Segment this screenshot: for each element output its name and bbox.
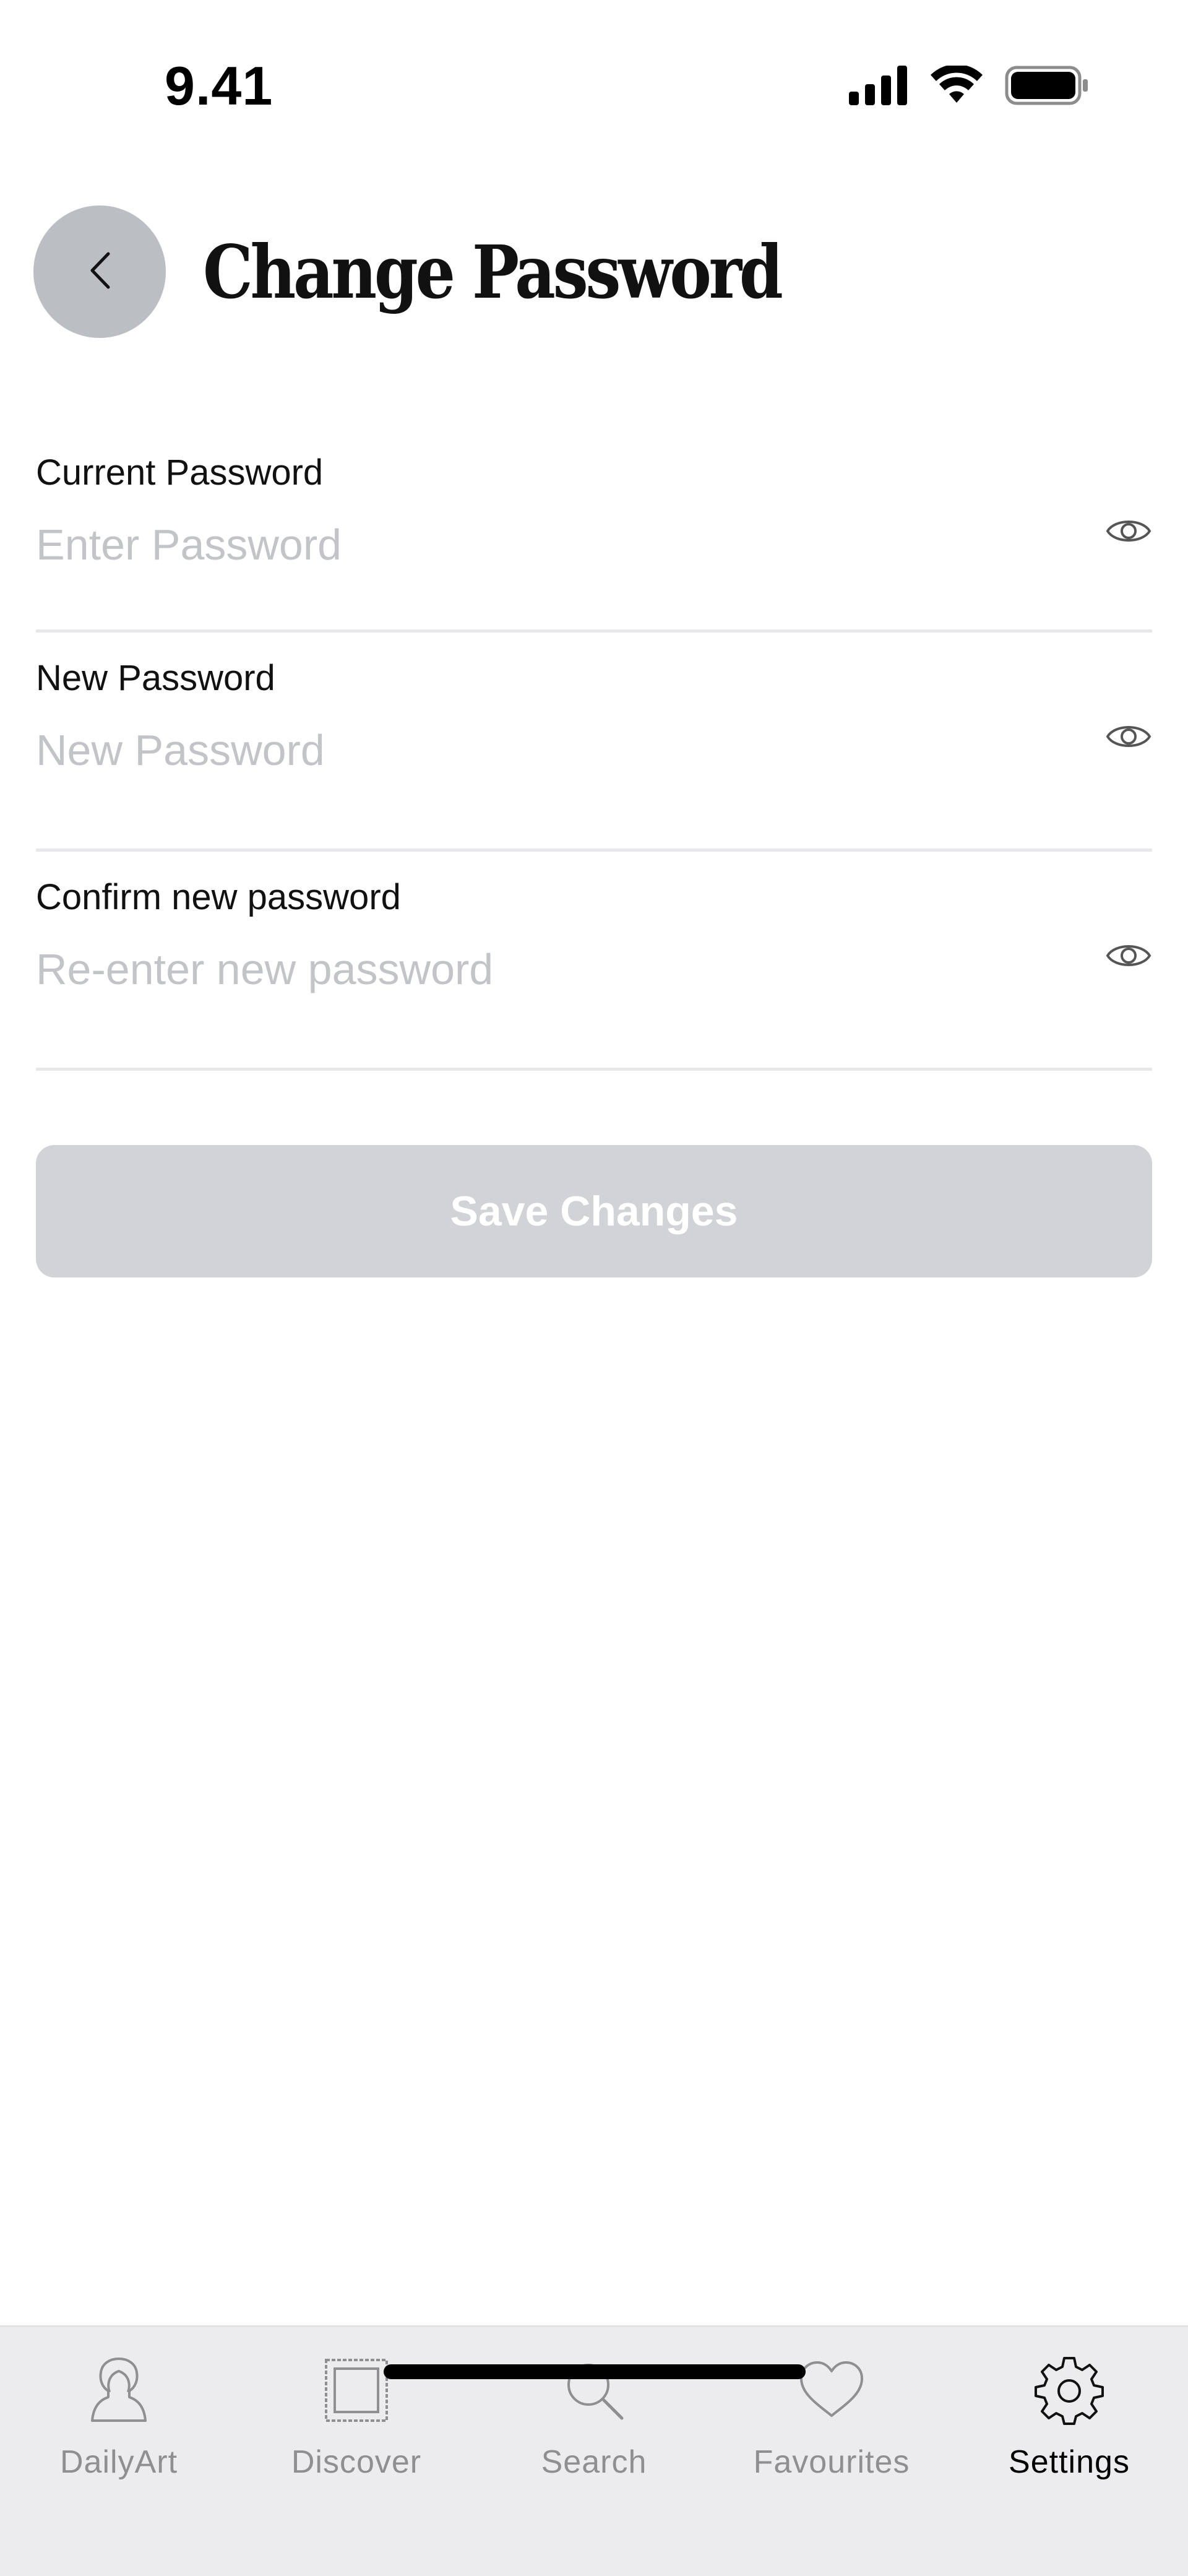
new-password-field: New Password [36,633,1152,852]
page-title: Change Password [203,228,783,315]
frame-icon [319,2353,394,2427]
new-password-input[interactable] [36,719,1051,781]
save-changes-button[interactable]: Save Changes [36,1145,1152,1277]
wifi-icon [929,64,984,108]
heart-icon [794,2353,869,2427]
chevron-left-icon [85,249,114,295]
tab-bar-items: DailyArt Discover Search Favourites Sett… [0,2327,1188,2513]
current-password-input[interactable] [36,514,1051,576]
new-password-label: New Password [36,658,275,698]
confirm-password-input[interactable] [36,938,1051,1000]
status-time: 9.41 [165,55,273,116]
change-password-form: Current Password New Password Confirm ne… [36,427,1152,1071]
tab-label: Favourites [753,2444,910,2480]
back-button[interactable] [33,205,166,338]
header: Change Password [33,205,1155,338]
status-icons [849,62,1089,111]
confirm-password-label: Confirm new password [36,877,401,917]
battery-icon [1005,66,1089,108]
gear-icon [1032,2353,1106,2427]
current-password-field: Current Password [36,427,1152,633]
change-password-screen: 9.41 Change Password Current Password Ne… [0,0,1188,2576]
tab-bar: DailyArt Discover Search Favourites Sett… [0,2325,1188,2576]
tab-label: DailyArt [59,2444,178,2480]
tab-label: Settings [1009,2444,1130,2480]
confirm-password-field: Confirm new password [36,852,1152,1071]
current-password-label: Current Password [36,452,324,493]
status-bar: 9.41 [0,0,1188,161]
eye-icon[interactable] [1105,938,1152,973]
eye-icon[interactable] [1105,719,1152,754]
tab-label: Search [541,2444,647,2480]
cellular-signal-icon [849,65,908,108]
tab-settings[interactable]: Settings [950,2353,1188,2513]
portrait-icon [82,2353,156,2427]
eye-icon[interactable] [1105,514,1152,548]
home-indicator[interactable] [384,2364,806,2379]
tab-dailyart[interactable]: DailyArt [0,2353,238,2513]
tab-label: Discover [291,2444,422,2480]
